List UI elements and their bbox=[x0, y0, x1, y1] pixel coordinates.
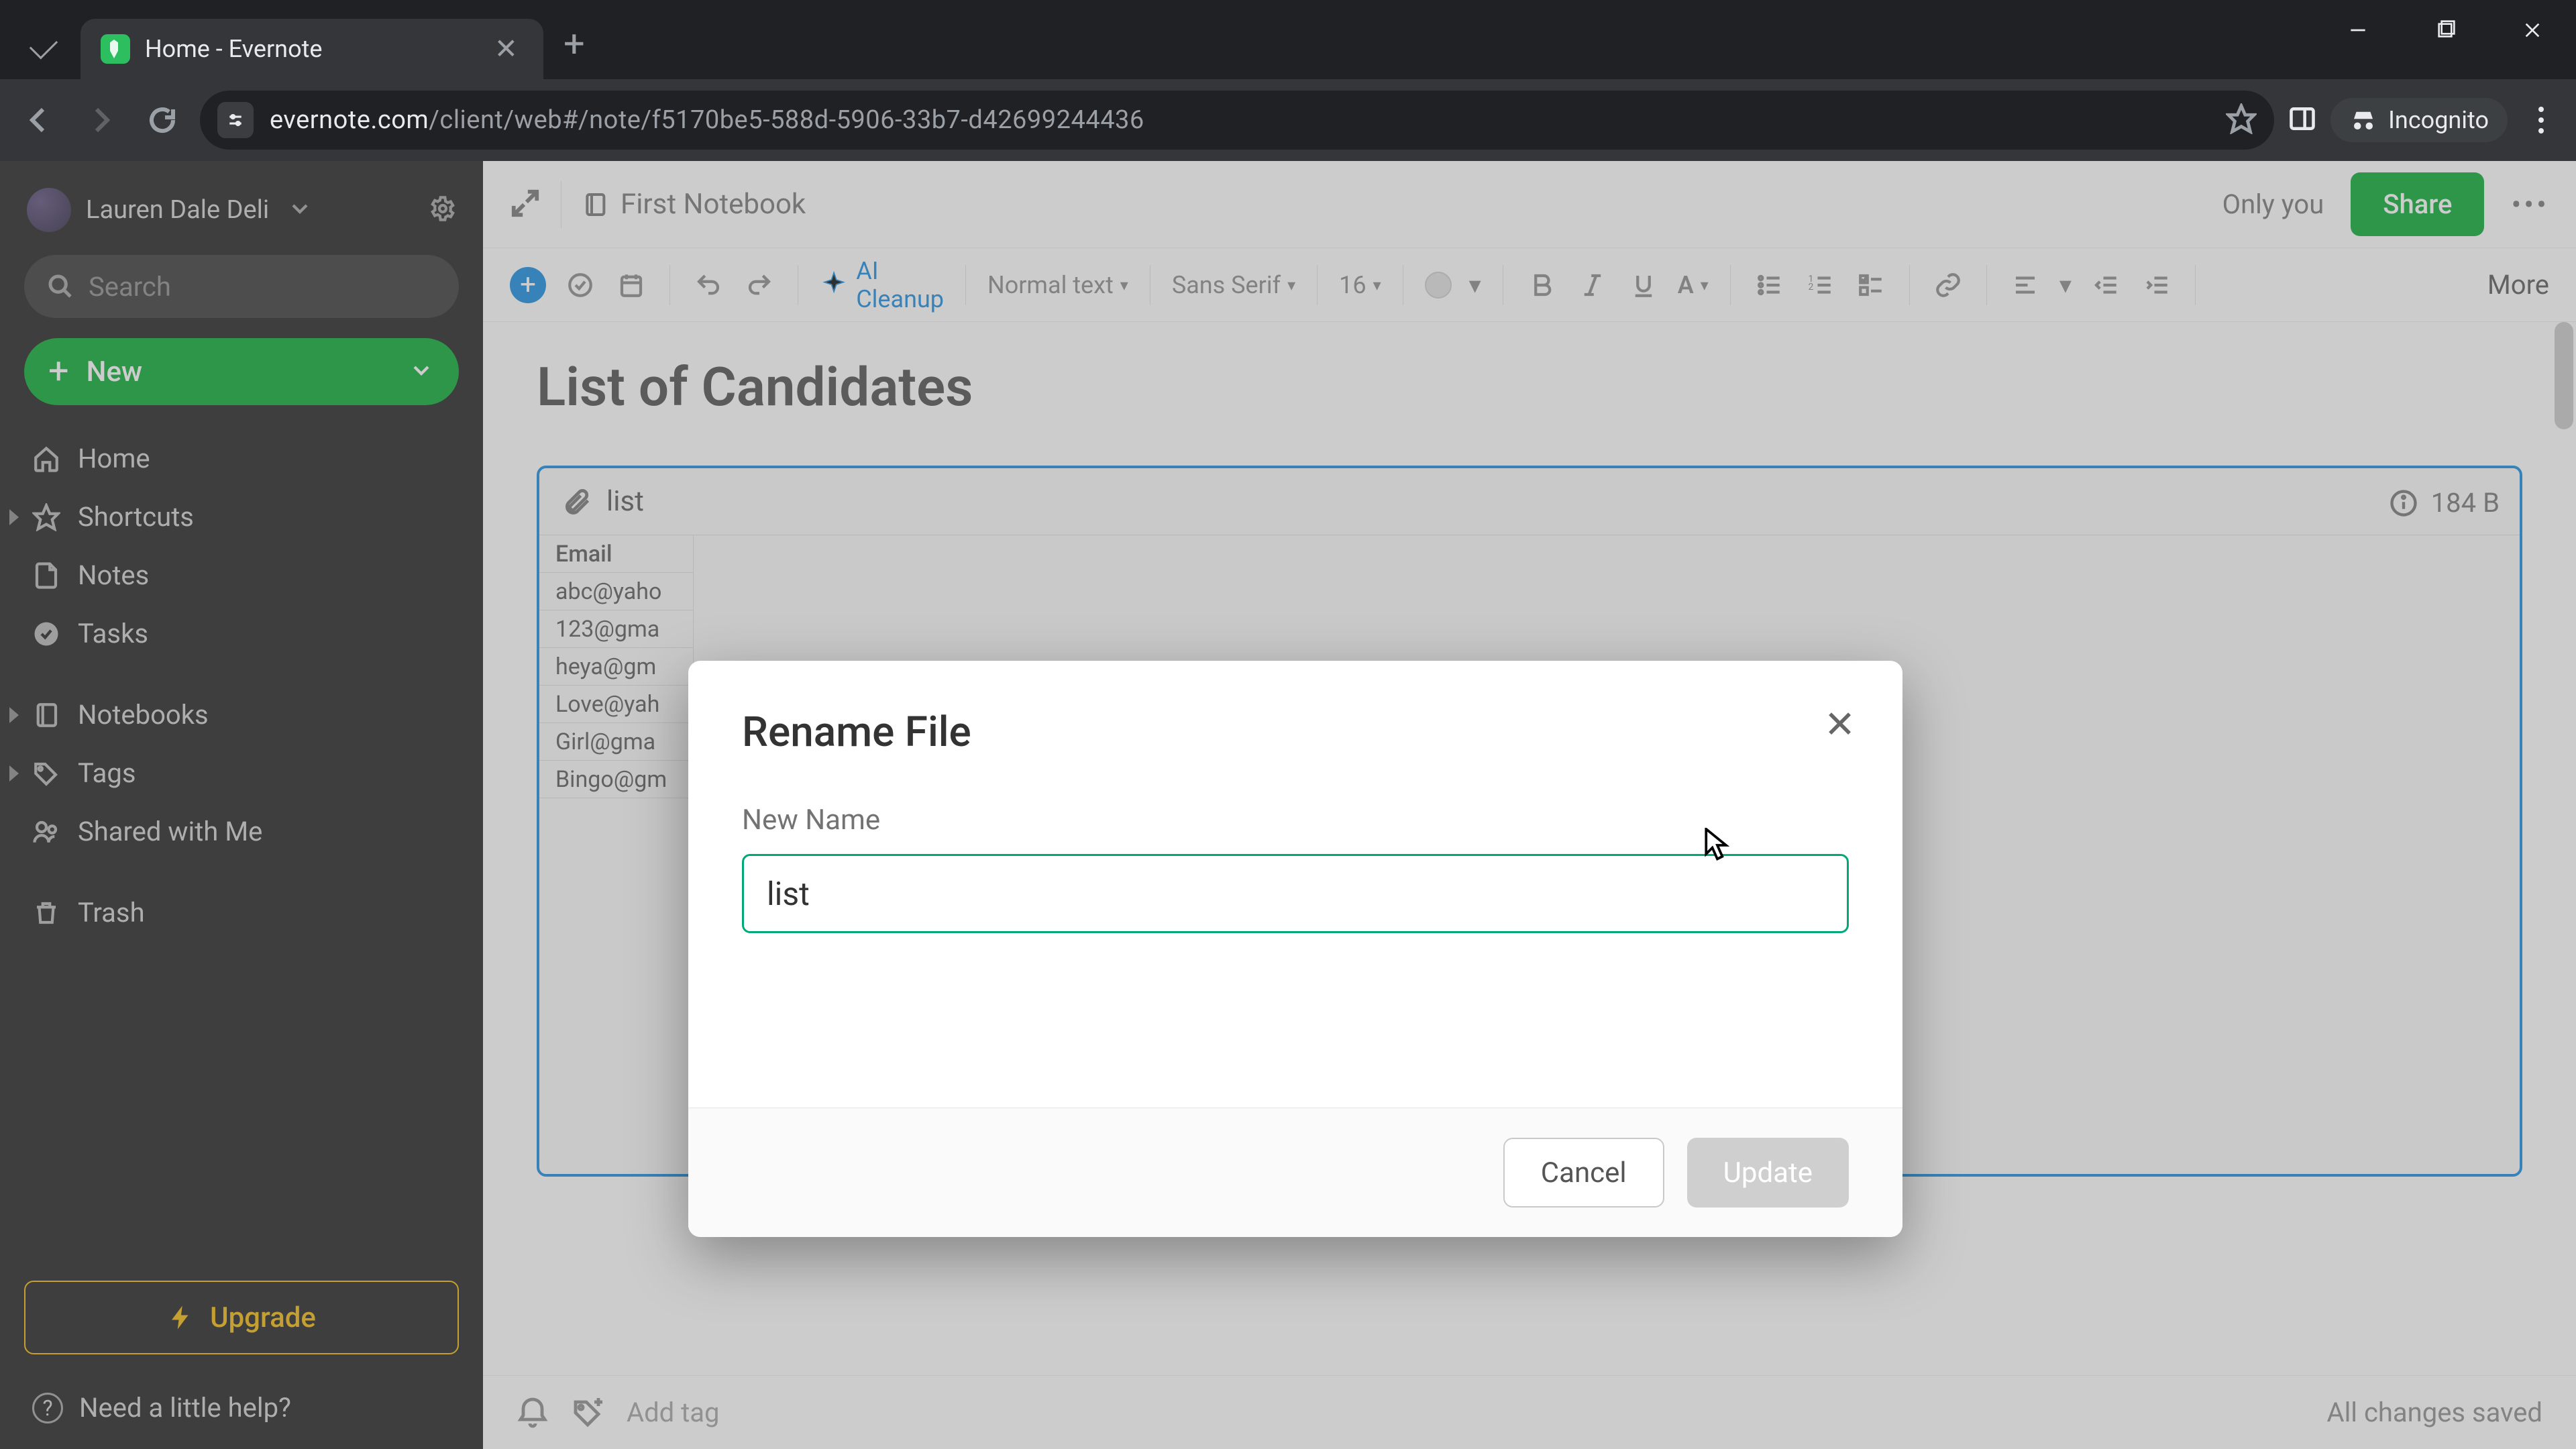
rename-modal: Rename File ✕ New Name Cancel Update bbox=[688, 661, 1902, 1237]
evernote-favicon bbox=[101, 34, 130, 64]
mouse-cursor bbox=[1704, 828, 1731, 865]
bookmark-icon[interactable] bbox=[2226, 103, 2257, 137]
url-text: evernote.com/client/web#/note/f5170be5-5… bbox=[270, 105, 1144, 135]
tab-search-dropdown[interactable] bbox=[7, 19, 80, 79]
modal-close-icon[interactable]: ✕ bbox=[1824, 702, 1856, 747]
window-minimize[interactable] bbox=[2314, 0, 2402, 60]
incognito-badge[interactable]: Incognito bbox=[2330, 98, 2508, 142]
cancel-button[interactable]: Cancel bbox=[1503, 1138, 1664, 1208]
side-panel-icon[interactable] bbox=[2288, 104, 2317, 136]
tab-close-icon[interactable]: ✕ bbox=[489, 27, 523, 71]
nav-reload-button[interactable] bbox=[138, 96, 186, 144]
browser-titlebar: Home - Evernote ✕ + bbox=[0, 0, 2576, 79]
update-button[interactable]: Update bbox=[1687, 1138, 1849, 1208]
nav-back-button[interactable] bbox=[15, 96, 63, 144]
tab-title: Home - Evernote bbox=[145, 35, 474, 63]
incognito-icon bbox=[2349, 106, 2377, 134]
modal-title: Rename File bbox=[742, 708, 1849, 757]
browser-tab[interactable]: Home - Evernote ✕ bbox=[80, 19, 543, 79]
app-viewport: Lauren Dale Deli Search + New Home Short… bbox=[0, 161, 2576, 1449]
address-bar[interactable]: evernote.com/client/web#/note/f5170be5-5… bbox=[200, 91, 2274, 150]
nav-forward-button[interactable] bbox=[76, 96, 125, 144]
site-info-icon[interactable] bbox=[217, 102, 254, 138]
field-label: New Name bbox=[742, 804, 1849, 837]
browser-toolbar: evernote.com/client/web#/note/f5170be5-5… bbox=[0, 79, 2576, 161]
window-close[interactable] bbox=[2489, 0, 2576, 60]
window-maximize[interactable] bbox=[2402, 0, 2489, 60]
new-tab-button[interactable]: + bbox=[564, 21, 585, 66]
rename-input[interactable] bbox=[742, 854, 1849, 933]
browser-menu-icon[interactable] bbox=[2521, 106, 2561, 134]
